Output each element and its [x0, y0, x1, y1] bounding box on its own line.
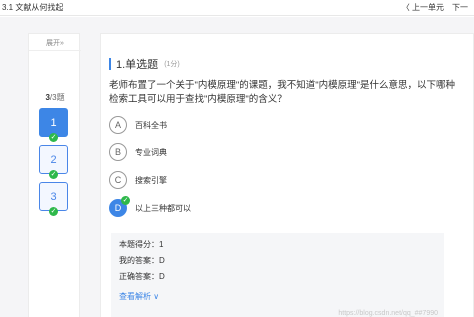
- check-icon: ✓: [121, 196, 130, 205]
- expand-toggle[interactable]: 展开»: [29, 38, 81, 48]
- correct-answer-text: 正确答案：D: [119, 272, 165, 281]
- option-b[interactable]: B 专业词典: [109, 143, 167, 161]
- question-navigator: 展开» 3/3题 1 ✓ 2 ✓ 3 ✓: [28, 33, 81, 317]
- question-count: 3/3题: [29, 92, 81, 103]
- my-answer-text: 我的答案：D: [119, 256, 165, 265]
- question-nav-number: 1: [50, 116, 57, 129]
- check-icon: ✓: [49, 207, 58, 216]
- option-d[interactable]: D ✓ 以上三种都可以: [109, 196, 191, 217]
- option-letter-text: D: [114, 203, 122, 213]
- question-panel: 1.单选题 (1分) 老师布置了一个关于"内模原理"的课题，我不知道"内模原理"…: [100, 33, 474, 317]
- option-c[interactable]: C 搜索引擎: [109, 171, 167, 189]
- check-icon: ✓: [49, 170, 58, 179]
- section-title: 1.单选题: [116, 59, 159, 71]
- question-nav-number: 3: [50, 190, 57, 203]
- count-total: /3题: [49, 93, 65, 102]
- question-nav-number: 2: [50, 153, 57, 166]
- top-bar: 3.1 文献从何找起 〈 上一单元 下一: [0, 0, 474, 16]
- section-header: 1.单选题 (1分): [109, 56, 180, 72]
- score-text: 本题得分：1: [119, 240, 164, 249]
- next-unit-link[interactable]: 下一: [452, 2, 468, 13]
- option-letter: A: [109, 116, 127, 134]
- section-accent-bar: [109, 58, 111, 70]
- unit-title: 3.1 文献从何找起: [2, 3, 64, 12]
- option-letter: C: [109, 171, 127, 189]
- option-a[interactable]: A 百科全书: [109, 116, 167, 134]
- question-text: 老师布置了一个关于"内模原理"的课题，我不知道"内模原理"是什么意思，以下哪种检…: [109, 80, 455, 105]
- section-points: (1分): [164, 61, 180, 68]
- watermark-text: https://blog.csdn.net/qq_##7990: [338, 310, 438, 317]
- option-text: 专业词典: [135, 147, 167, 157]
- unit-nav: 〈 上一单元 下一: [402, 2, 468, 13]
- answer-result-box: 本题得分：1 我的答案：D 正确答案：D 查看解析 ∨ https://blog…: [111, 233, 444, 317]
- divider: [29, 50, 81, 51]
- option-text: 以上三种都可以: [135, 203, 191, 213]
- option-letter: B: [109, 143, 127, 161]
- view-analysis-link[interactable]: 查看解析 ∨: [119, 291, 159, 302]
- check-icon: ✓: [49, 133, 58, 142]
- option-text: 搜索引擎: [135, 175, 167, 185]
- option-text: 百科全书: [135, 120, 167, 130]
- option-letter-selected: D ✓: [109, 196, 130, 217]
- prev-unit-link[interactable]: 〈 上一单元: [402, 2, 444, 13]
